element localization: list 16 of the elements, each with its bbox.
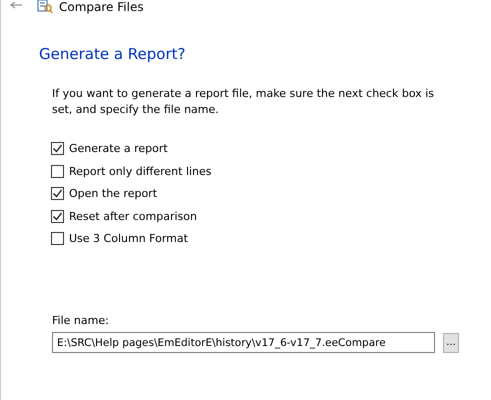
checkbox[interactable]: [51, 187, 64, 200]
file-name-field[interactable]: E:\SRC\Help pages\EmEditorE\history\v17_6-v17_7.eeCompare: [52, 332, 435, 353]
checkbox-label: Reset after comparison: [69, 210, 197, 222]
description: If you want to generate a report file, make sure the next check box is set, and specify the file name.: [52, 86, 436, 118]
field-label: File name:: [52, 314, 110, 327]
checkbox[interactable]: [51, 164, 64, 178]
checkbox[interactable]: [51, 210, 64, 222]
checkbox[interactable]: [51, 142, 64, 155]
window-title: Compare Files: [59, 0, 144, 14]
checkbox-label: Generate a report: [69, 142, 168, 155]
checkbox-label: Use 3 Column Format: [69, 232, 188, 245]
browse-button[interactable]: ...: [443, 332, 459, 352]
checkbox[interactable]: [51, 232, 64, 245]
checkbox-label: Open the report: [69, 187, 158, 200]
page-heading: Generate a Report?: [39, 44, 186, 64]
checkbox-label: Report only different lines: [69, 164, 212, 178]
